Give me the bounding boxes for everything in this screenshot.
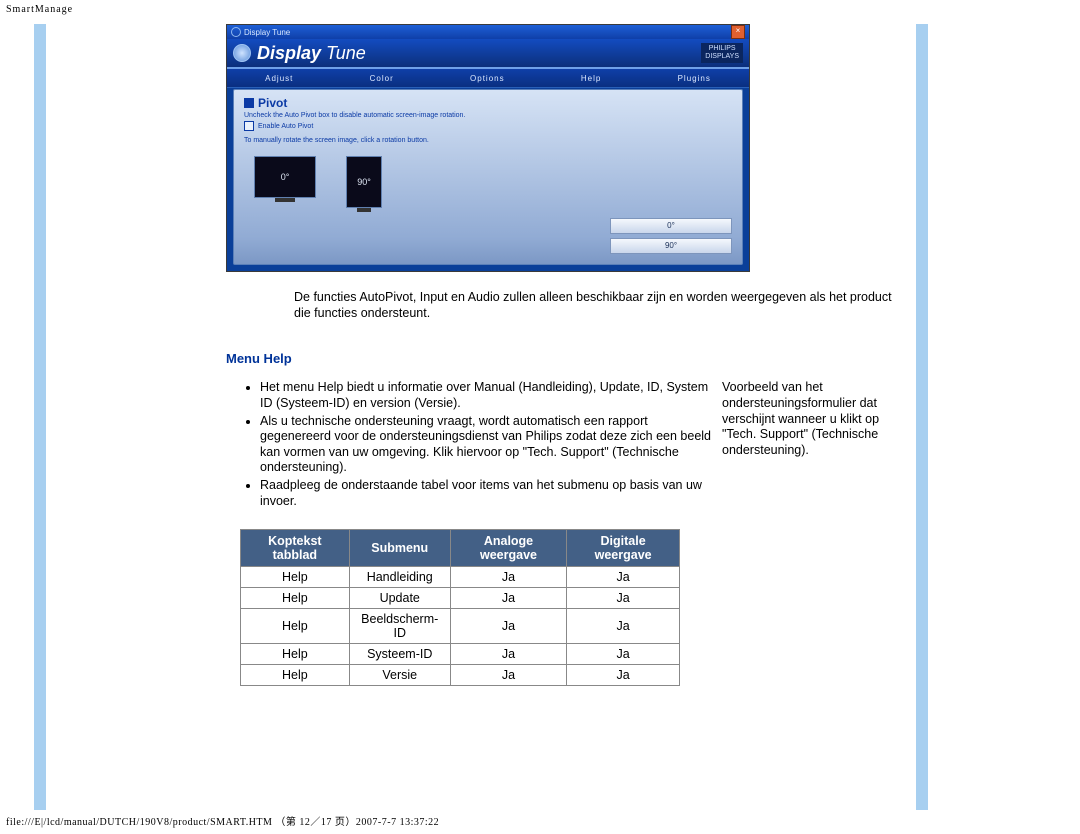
col-header-tab: Koptekst tabblad: [241, 530, 350, 567]
panel-note: To manually rotate the screen image, cli…: [234, 133, 742, 148]
monitor-landscape[interactable]: 0°: [254, 156, 316, 208]
tab-help[interactable]: Help: [581, 74, 601, 83]
panel-title: Pivot: [244, 96, 732, 110]
help-bullet-list: Het menu Help biedt u informatie over Ma…: [226, 380, 712, 511]
list-item: Als u technische ondersteuning vraagt, w…: [260, 414, 712, 477]
table-row: Help Beeldscherm-ID Ja Ja: [241, 609, 680, 644]
left-decoration-strip: [34, 24, 46, 810]
col-header-digital: Digitale weergave: [567, 530, 680, 567]
tab-strip: Adjust Color Options Help Plugins: [227, 69, 749, 88]
tab-plugins[interactable]: Plugins: [678, 74, 711, 83]
brand-label: Display Tune: [257, 43, 366, 64]
table-row: Help Handleiding Ja Ja: [241, 567, 680, 588]
monitor-portrait[interactable]: 90°: [346, 156, 382, 208]
col-header-submenu: Submenu: [349, 530, 450, 567]
help-submenu-table: Koptekst tabblad Submenu Analoge weergav…: [240, 529, 680, 686]
main-content: Display Tune × Display Tune PHILIPSDISPL…: [226, 24, 916, 686]
checkbox-icon: [244, 121, 254, 131]
section-title-menu-help: Menu Help: [226, 351, 916, 366]
window-titlebar: Display Tune ×: [227, 25, 749, 39]
close-icon[interactable]: ×: [731, 25, 745, 39]
window-title: Display Tune: [244, 28, 290, 37]
col-header-analog: Analoge weergave: [450, 530, 566, 567]
list-item: Het menu Help biedt u informatie over Ma…: [260, 380, 712, 411]
side-column-note: Voorbeeld van het ondersteuningsformulie…: [722, 380, 904, 511]
tab-options[interactable]: Options: [470, 74, 505, 83]
table-row: Help Update Ja Ja: [241, 588, 680, 609]
gear-icon: [231, 27, 241, 37]
enable-autopivot-checkbox[interactable]: Enable Auto Pivot: [244, 121, 732, 131]
tune-icon: [233, 44, 251, 62]
table-row: Help Versie Ja Ja: [241, 665, 680, 686]
page-footer-path: file:///E|/lcd/manual/DUTCH/190V8/produc…: [6, 813, 439, 828]
table-row: Help Systeem-ID Ja Ja: [241, 644, 680, 665]
autopivot-note: De functies AutoPivot, Input en Audio zu…: [294, 290, 908, 321]
pivot-icon: [244, 98, 254, 108]
rotate-0-button[interactable]: 0°: [610, 218, 732, 234]
brand-bar: Display Tune PHILIPSDISPLAYS: [227, 39, 749, 69]
model-badge: PHILIPSDISPLAYS: [701, 43, 743, 62]
right-decoration-strip: [916, 24, 928, 810]
list-item: Raadpleeg de onderstaande tabel voor ite…: [260, 478, 712, 509]
tab-adjust[interactable]: Adjust: [265, 74, 293, 83]
panel-subtitle: Uncheck the Auto Pivot box to disable au…: [244, 112, 732, 119]
pivot-panel: Pivot Uncheck the Auto Pivot box to disa…: [233, 89, 743, 265]
display-tune-screenshot: Display Tune × Display Tune PHILIPSDISPL…: [226, 24, 750, 272]
tab-color[interactable]: Color: [370, 74, 394, 83]
page-header-title: SmartManage: [6, 4, 73, 15]
rotate-90-button[interactable]: 90°: [610, 238, 732, 254]
